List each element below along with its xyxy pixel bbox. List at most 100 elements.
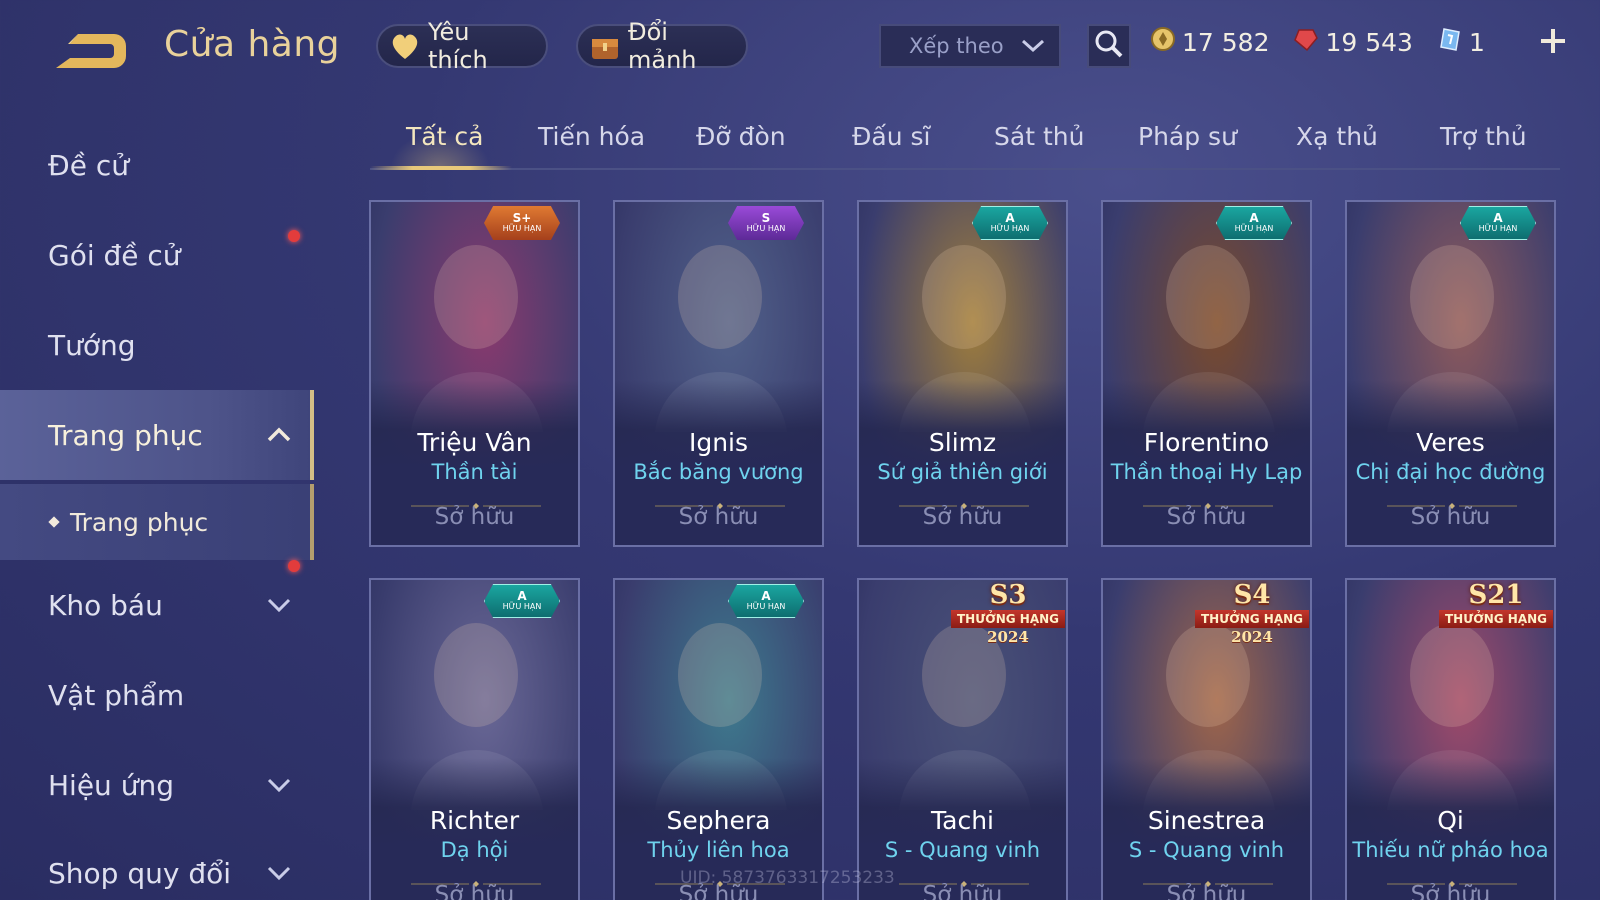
search-button[interactable] bbox=[1087, 24, 1131, 68]
card-divider bbox=[899, 494, 1029, 509]
sidebar-item-label: Kho báu bbox=[48, 588, 163, 622]
tab-phap-su[interactable]: Pháp sư bbox=[1138, 122, 1237, 151]
heart-icon bbox=[388, 29, 422, 63]
owned-status: Sở hữu bbox=[1166, 882, 1247, 900]
skin-card-slimz[interactable]: A HỮU HẠN Slimz Sứ giả thiên giới Sở hữu bbox=[857, 200, 1068, 547]
rank-reward-badge: S3 THƯỞNG HẠNG 2024 bbox=[950, 580, 1066, 652]
hero-name: Slimz bbox=[928, 428, 997, 457]
category-tabs: Tất cả Tiến hóa Đỡ đòn Đấu sĩ Sát thủ Ph… bbox=[370, 112, 1560, 170]
skin-name: Thiếu nữ pháo hoa bbox=[1352, 838, 1549, 862]
rank-year: 2024 bbox=[1231, 628, 1273, 646]
limited-badge: A HỮU HẠN bbox=[972, 206, 1048, 240]
skin-card-richter[interactable]: A HỮU HẠN Richter Dạ hội Sở hữu bbox=[369, 578, 580, 900]
sidebar-item-label: Trang phục bbox=[48, 418, 203, 452]
hero-name: Ignis bbox=[688, 428, 749, 457]
sort-label: Xếp theo bbox=[909, 34, 1004, 58]
tab-xa-thu[interactable]: Xạ thủ bbox=[1296, 122, 1378, 151]
sidebar-item-label: Tướng bbox=[48, 328, 136, 362]
skin-card-qi[interactable]: S21 THƯỞNG HẠNG Qi Thiếu nữ pháo hoa Sở hữu bbox=[1345, 578, 1556, 900]
skin-name: Thủy liên hoa bbox=[647, 838, 790, 862]
chest-icon bbox=[588, 29, 622, 63]
owned-status: Sở hữu bbox=[434, 882, 515, 900]
tab-tien-hoa[interactable]: Tiến hóa bbox=[538, 122, 645, 151]
rank-reward-badge: S4 THƯỞNG HẠNG 2024 bbox=[1194, 580, 1310, 652]
sidebar-item-label: Gói đề cử bbox=[48, 238, 181, 272]
chevron-down-icon bbox=[266, 860, 292, 886]
badge-tier: A bbox=[1249, 211, 1259, 225]
notification-dot bbox=[288, 230, 300, 242]
badge-tier: A bbox=[517, 589, 527, 603]
rank-title: THƯỞNG HẠNG bbox=[1194, 610, 1310, 628]
tab-tat-ca[interactable]: Tất cả bbox=[406, 122, 483, 151]
tab-dau-si[interactable]: Đấu sĩ bbox=[852, 122, 930, 151]
chevron-down-icon bbox=[266, 772, 292, 798]
rank-title: THƯỞNG HẠNG bbox=[950, 610, 1066, 628]
skin-grid: S+ HỮU HẠN Triệu Vân Thần tài Sở hữu S HỮU HẠN… bbox=[369, 200, 1559, 900]
swap-fragments-button[interactable]: Đổi mảnh bbox=[576, 18, 748, 74]
sidebar-item-hieu-ung[interactable]: Hiệu ứng bbox=[0, 740, 314, 830]
skin-card-sephera[interactable]: A HỮU HẠN Sephera Thủy liên hoa Sở hữu bbox=[613, 578, 824, 900]
gold-coin-icon bbox=[1150, 26, 1176, 58]
sort-dropdown[interactable]: Xếp theo bbox=[879, 24, 1061, 68]
sidebar-item-label: Đề cử bbox=[48, 148, 129, 182]
gold-currency: 17 582 bbox=[1150, 26, 1269, 58]
notification-dot bbox=[288, 560, 300, 572]
card-divider bbox=[1387, 872, 1517, 887]
back-icon[interactable] bbox=[48, 28, 128, 74]
tab-tro-thu[interactable]: Trợ thủ bbox=[1440, 122, 1527, 151]
swap-label: Đổi mảnh bbox=[628, 18, 697, 74]
favorite-button[interactable]: Yêu thích bbox=[376, 18, 548, 74]
top-bar: Cửa hàng Yêu thích Đổi mảnh Xếp theo 17 … bbox=[0, 0, 1600, 92]
card-divider bbox=[1387, 494, 1517, 509]
badge-tier: A bbox=[1493, 211, 1503, 225]
sidebar-item-shop-quy-doi[interactable]: Shop quy đổi bbox=[0, 828, 314, 900]
skin-card-florentino[interactable]: A HỮU HẠN Florentino Thần thoại Hy Lạp Sở hữ… bbox=[1101, 200, 1312, 547]
sidebar-item-de-cu[interactable]: Đề cử bbox=[0, 120, 314, 210]
hero-name: Triệu Vân bbox=[417, 428, 532, 457]
tab-do-don[interactable]: Đỡ đòn bbox=[696, 122, 786, 151]
skin-name: Thần tài bbox=[431, 460, 518, 484]
tab-sat-thu[interactable]: Sát thủ bbox=[994, 122, 1084, 151]
chevron-up-icon bbox=[266, 422, 292, 448]
limited-badge: A HỮU HẠN bbox=[728, 584, 804, 618]
limited-badge: S HỮU HẠN bbox=[728, 206, 804, 240]
bullet-icon bbox=[48, 516, 60, 528]
skin-name: Chị đại học đường bbox=[1355, 460, 1546, 484]
uid-watermark: UID: 5873763317253233 bbox=[680, 868, 895, 888]
skin-card-tachi[interactable]: S3 THƯỞNG HẠNG 2024 Tachi S - Quang vinh Sở h… bbox=[857, 578, 1068, 900]
active-tab-indicator bbox=[370, 166, 512, 170]
skin-card-veres[interactable]: A HỮU HẠN Veres Chị đại học đường Sở hữu bbox=[1345, 200, 1556, 547]
badge-label: HỮU HẠN bbox=[990, 224, 1030, 233]
currency-bar: 17 582 19 543 1 bbox=[1150, 22, 1590, 62]
search-icon bbox=[1094, 29, 1124, 63]
badge-label: HỮU HẠN bbox=[502, 224, 542, 233]
owned-status: Sở hữu bbox=[1410, 882, 1491, 900]
owned-status: Sở hữu bbox=[678, 504, 759, 530]
skin-card-sinestrea[interactable]: S4 THƯỞNG HẠNG 2024 Sinestrea S - Quang vinh… bbox=[1101, 578, 1312, 900]
skin-card-ignis[interactable]: S HỮU HẠN Ignis Bắc băng vương Sở hữu bbox=[613, 200, 824, 547]
sidebar-item-goi-de-cu[interactable]: Gói đề cử bbox=[0, 210, 314, 300]
sidebar-subitem-trang-phuc[interactable]: Trang phục bbox=[0, 484, 314, 560]
skin-card-trieu-van[interactable]: S+ HỮU HẠN Triệu Vân Thần tài Sở hữu bbox=[369, 200, 580, 547]
skin-name: Bắc băng vương bbox=[633, 460, 804, 484]
sidebar-item-vat-pham[interactable]: Vật phẩm bbox=[0, 650, 314, 740]
sidebar-item-kho-bau[interactable]: Kho báu bbox=[0, 560, 314, 650]
badge-tier: A bbox=[761, 589, 771, 603]
owned-status: Sở hữu bbox=[1410, 504, 1491, 530]
limited-badge: A HỮU HẠN bbox=[1216, 206, 1292, 240]
skin-name: Dạ hội bbox=[440, 838, 509, 862]
rank-season: S4 bbox=[1233, 580, 1271, 610]
hero-name: Florentino bbox=[1143, 428, 1270, 457]
sidebar-item-trang-phuc[interactable]: Trang phục bbox=[0, 390, 314, 480]
plus-icon[interactable] bbox=[1536, 24, 1570, 58]
badge-label: HỮU HẠN bbox=[1478, 224, 1518, 233]
sidebar-item-tuong[interactable]: Tướng bbox=[0, 300, 314, 390]
rank-year: 2024 bbox=[987, 628, 1029, 646]
skin-name: Thần thoại Hy Lạp bbox=[1110, 460, 1303, 484]
ticket-currency: 1 bbox=[1437, 26, 1485, 58]
rank-season: S21 bbox=[1468, 580, 1524, 610]
gold-amount: 17 582 bbox=[1182, 27, 1270, 57]
hero-name: Sephera bbox=[666, 806, 771, 835]
ticket-amount: 1 bbox=[1468, 27, 1485, 57]
sidebar-item-label: Shop quy đổi bbox=[48, 856, 231, 890]
